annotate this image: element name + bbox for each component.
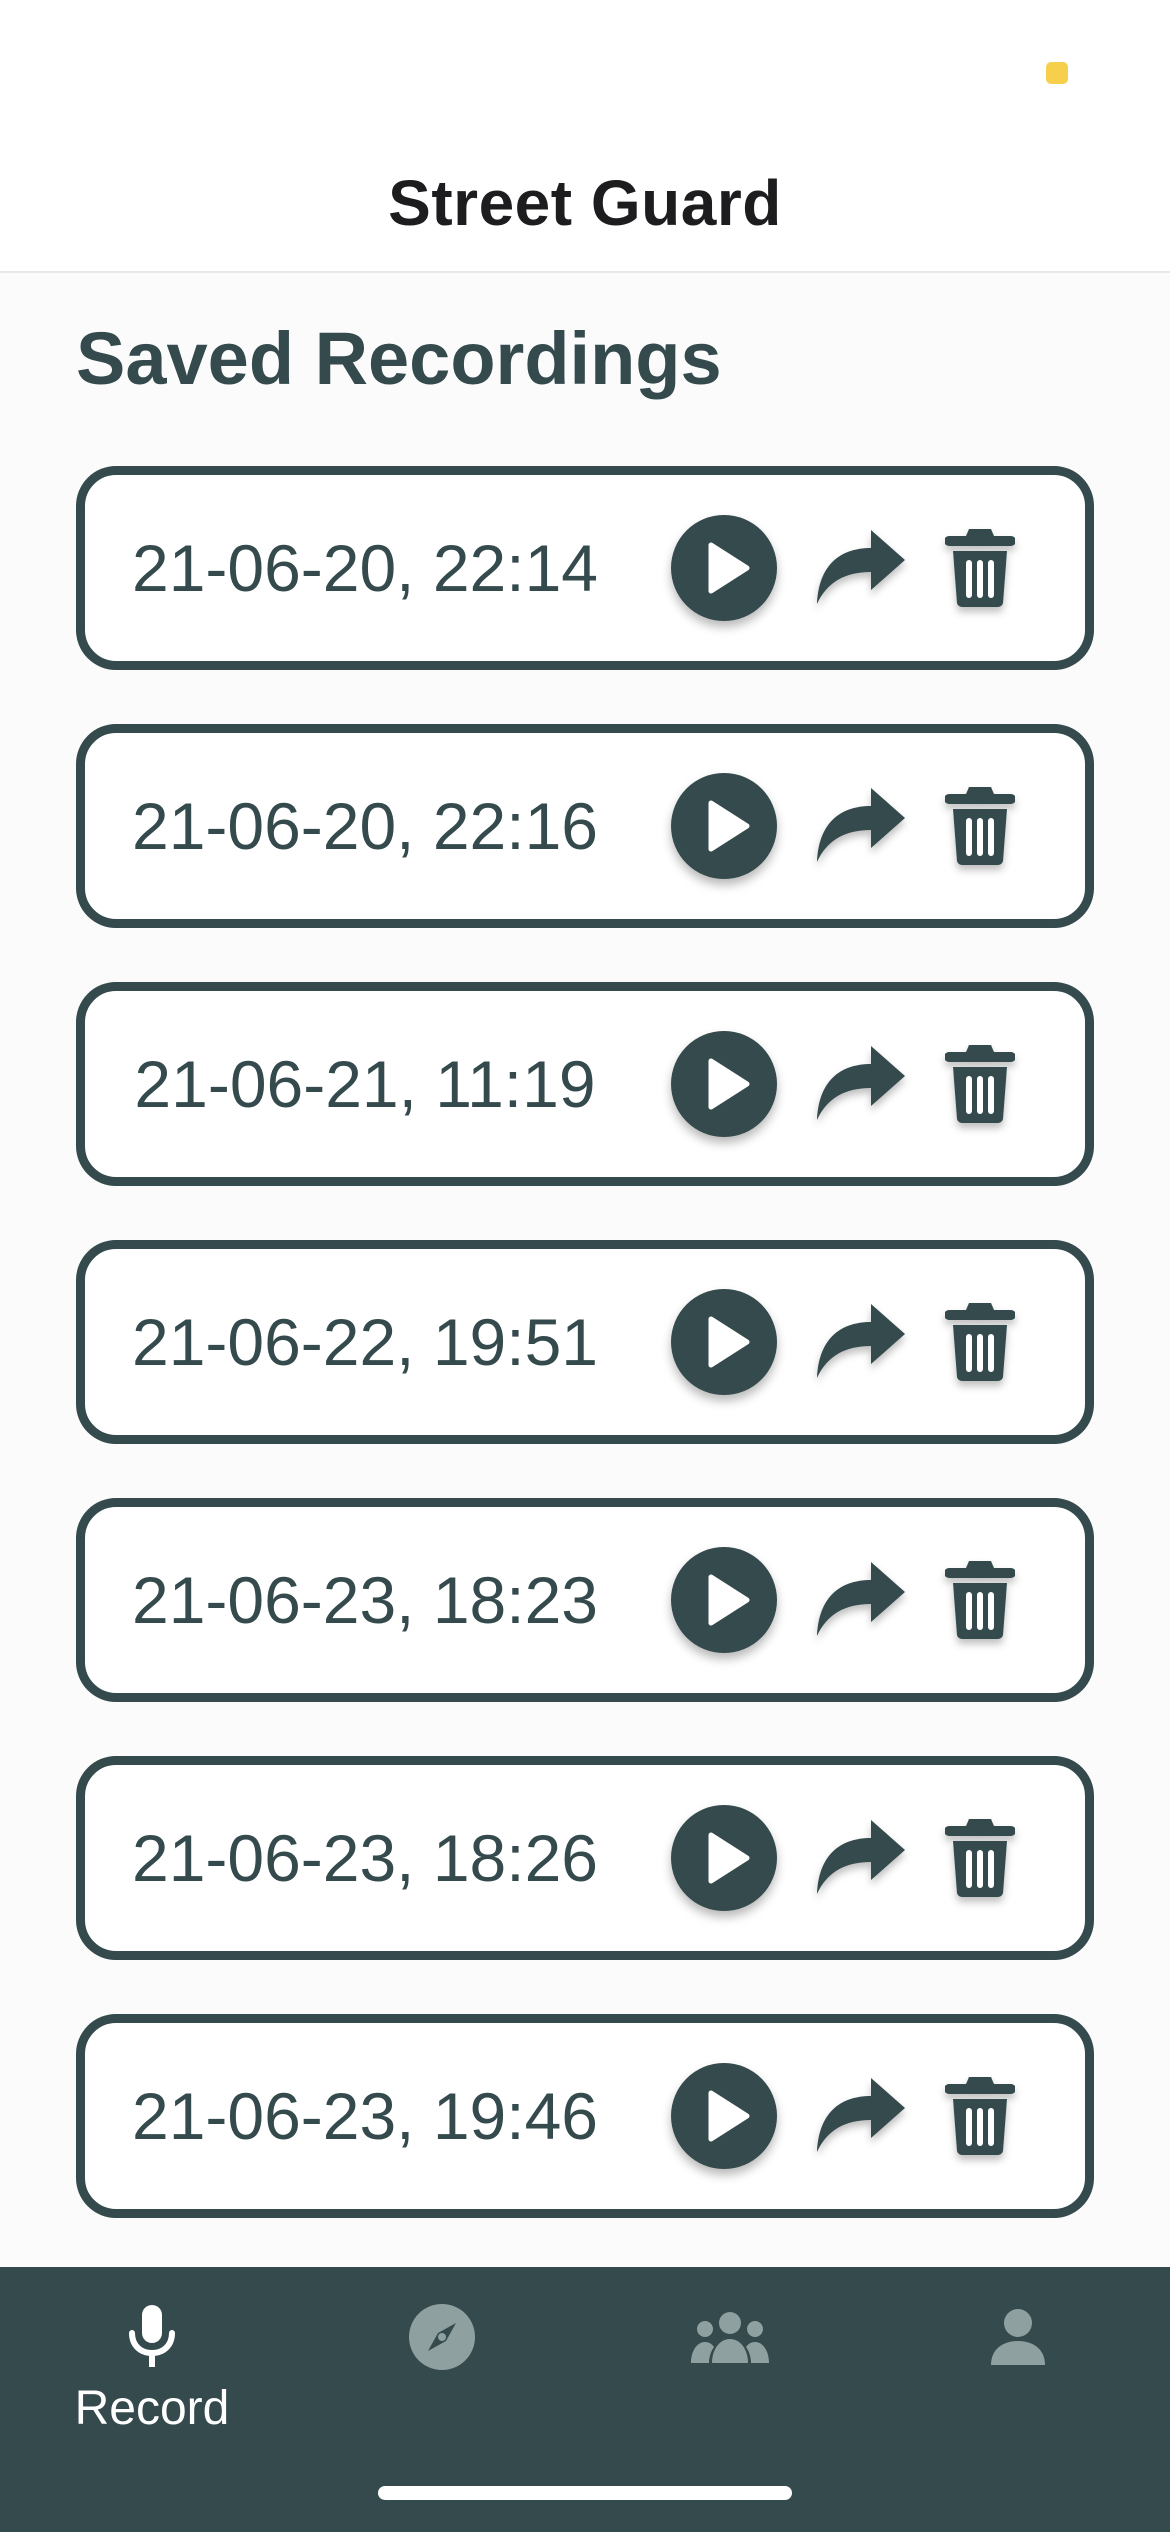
delete-button[interactable] xyxy=(945,787,1015,865)
recording-item: 21-06-23, 18:26 xyxy=(76,1756,1094,1960)
delete-button[interactable] xyxy=(945,1045,1015,1123)
recording-item: 21-06-20, 22:16 xyxy=(76,724,1094,928)
share-arrow-icon xyxy=(817,1046,905,1120)
play-button[interactable] xyxy=(671,515,777,621)
navigation-header: Street Guard xyxy=(0,140,1170,273)
recording-actions xyxy=(671,733,1015,919)
share-button[interactable] xyxy=(813,1818,909,1898)
recording-item: 21-06-22, 19:51 xyxy=(76,1240,1094,1444)
play-icon xyxy=(708,2090,750,2142)
recording-date: 21-06-20, 22:14 xyxy=(131,531,599,605)
share-button[interactable] xyxy=(813,2076,909,2156)
share-arrow-icon xyxy=(817,1562,905,1636)
tab-profile[interactable] xyxy=(872,2267,1164,2467)
recording-item: 21-06-23, 18:23 xyxy=(76,1498,1094,1702)
recording-date: 21-06-21, 11:19 xyxy=(134,1047,596,1121)
play-button[interactable] xyxy=(671,1547,777,1653)
share-button[interactable] xyxy=(813,1302,909,1382)
share-button[interactable] xyxy=(813,786,909,866)
play-button[interactable] xyxy=(671,1031,777,1137)
play-icon xyxy=(708,1832,750,1884)
recording-actions xyxy=(671,475,1015,661)
microphone-icon xyxy=(129,2305,175,2367)
delete-button[interactable] xyxy=(945,2077,1015,2155)
share-arrow-icon xyxy=(817,530,905,604)
play-icon xyxy=(708,542,750,594)
tab-community[interactable] xyxy=(584,2267,876,2467)
group-icon xyxy=(691,2312,769,2363)
tab-record[interactable]: Record xyxy=(6,2267,298,2467)
play-button[interactable] xyxy=(671,1289,777,1395)
recording-item: 21-06-21, 11:19 xyxy=(76,982,1094,1186)
app-title: Street Guard xyxy=(388,167,782,239)
recordings-list: 21-06-20, 22:14 21-06-20, 22:16 21-06-21… xyxy=(76,466,1094,2272)
recording-actions xyxy=(671,1249,1015,1435)
play-button[interactable] xyxy=(671,773,777,879)
delete-button[interactable] xyxy=(945,1561,1015,1639)
recording-date: 21-06-20, 22:16 xyxy=(131,789,599,863)
recording-date: 21-06-23, 18:23 xyxy=(131,1563,599,1637)
tab-explore[interactable] xyxy=(296,2267,588,2467)
recording-actions xyxy=(671,991,1015,1177)
recording-date: 21-06-23, 19:46 xyxy=(131,2079,599,2153)
user-icon xyxy=(991,2309,1045,2365)
delete-button[interactable] xyxy=(945,529,1015,607)
play-icon xyxy=(708,800,750,852)
tab-record-label: Record xyxy=(74,2382,230,2435)
status-bar xyxy=(0,0,1170,140)
play-button[interactable] xyxy=(671,2063,777,2169)
trash-icon xyxy=(945,1819,1015,1897)
recording-item: 21-06-20, 22:14 xyxy=(76,466,1094,670)
home-indicator xyxy=(378,2486,792,2500)
recording-item: 21-06-23, 19:46 xyxy=(76,2014,1094,2218)
trash-icon xyxy=(945,2077,1015,2155)
trash-icon xyxy=(945,787,1015,865)
share-arrow-icon xyxy=(817,788,905,862)
delete-button[interactable] xyxy=(945,1303,1015,1381)
recording-actions xyxy=(671,1765,1015,1951)
status-indicator-dot xyxy=(1046,62,1068,84)
compass-icon xyxy=(409,2304,475,2370)
play-icon xyxy=(708,1574,750,1626)
recording-date: 21-06-22, 19:51 xyxy=(131,1305,599,1379)
play-icon xyxy=(708,1316,750,1368)
share-button[interactable] xyxy=(813,1044,909,1124)
delete-button[interactable] xyxy=(945,1819,1015,1897)
recording-actions xyxy=(671,1507,1015,1693)
trash-icon xyxy=(945,1303,1015,1381)
recording-date: 21-06-23, 18:26 xyxy=(131,1821,599,1895)
recording-actions xyxy=(671,2023,1015,2209)
share-button[interactable] xyxy=(813,1560,909,1640)
trash-icon xyxy=(945,529,1015,607)
play-icon xyxy=(708,1058,750,1110)
share-arrow-icon xyxy=(817,1304,905,1378)
trash-icon xyxy=(945,1561,1015,1639)
page-title: Saved Recordings xyxy=(76,317,722,400)
trash-icon xyxy=(945,1045,1015,1123)
share-arrow-icon xyxy=(817,1820,905,1894)
share-arrow-icon xyxy=(817,2078,905,2152)
share-button[interactable] xyxy=(813,528,909,608)
play-button[interactable] xyxy=(671,1805,777,1911)
